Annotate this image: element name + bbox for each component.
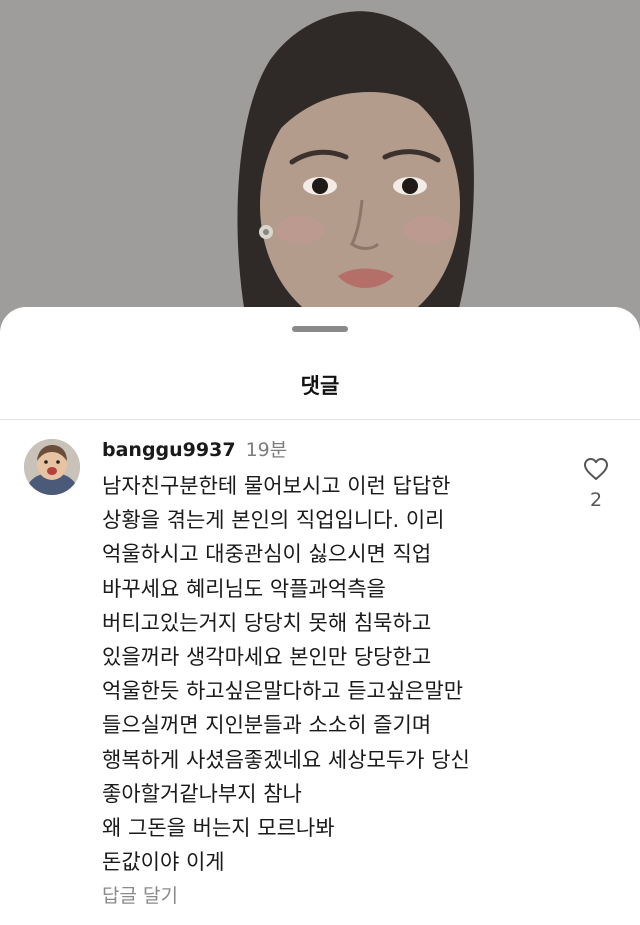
comment-line: 왜 그돈을 버는지 모르나봐	[102, 816, 335, 841]
like-control: 2	[576, 457, 616, 513]
comment-header: banggu9937 19분	[102, 435, 287, 466]
screen: 댓글 banggu9937 19분 남자친구분한테 물어보시고 이런 답답한 상황…	[0, 0, 640, 925]
comment-line: 있을꺼라 생각마세요 본인만 당당한고	[102, 645, 432, 670]
comment-line: 좋아할거같나부지 참나	[102, 781, 302, 806]
portrait-photo	[0, 0, 640, 340]
avatar-image	[24, 439, 80, 495]
comment-line: 바꾸세요 혜리님도 악플과억측을	[102, 576, 386, 601]
comment-line: 들으실꺼면 지인분들과 소소히 즐기며	[102, 713, 432, 738]
avatar[interactable]	[24, 439, 80, 495]
comment-line: 돈값이야 이게	[102, 850, 225, 875]
comment-line: 억울하시고 대중관심이 싫으시면 직업	[102, 542, 432, 567]
sheet-title: 댓글	[300, 374, 340, 398]
like-count: 2	[589, 489, 603, 511]
username[interactable]: banggu9937	[102, 439, 236, 461]
comment-line: 행복하게 사셨음좋겠네요 세상모두가 당신	[102, 747, 470, 772]
comment-text: 남자친구분한테 물어보시고 이런 답답한 상황을 겪는게 본인의 직업입니다. …	[102, 469, 572, 879]
comment-line: 억울한듯 하고싶은말다하고 듣고싶은말만	[102, 679, 464, 704]
comment-line: 상황을 겪는게 본인의 직업입니다. 이리	[102, 508, 445, 533]
comment-line: 남자친구분한테 물어보시고 이런 답답한	[102, 474, 451, 498]
heart-outline-icon[interactable]	[583, 457, 609, 481]
reply-button[interactable]: 답글 달기	[102, 881, 178, 911]
drag-handle[interactable]	[292, 326, 348, 332]
timestamp: 19분	[245, 439, 288, 461]
comment-line: 버티고있는거지 당당치 못해 침묵하고	[102, 610, 432, 635]
background-photo	[0, 0, 640, 340]
comments-sheet: 댓글 banggu9937 19분 남자친구분한테 물어보시고 이런 답답한 상황…	[0, 307, 640, 925]
divider	[0, 419, 640, 420]
